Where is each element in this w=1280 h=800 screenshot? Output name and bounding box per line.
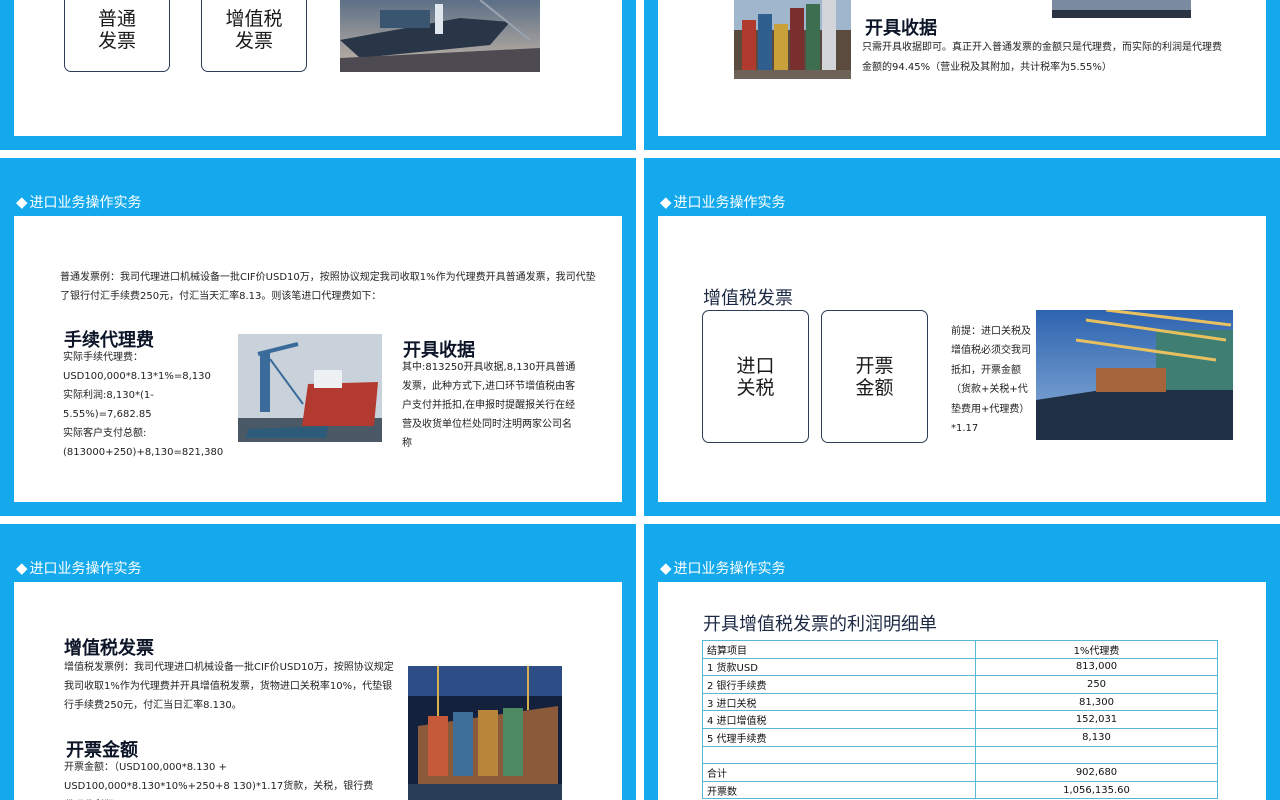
table-row: 5 代理手续费 8,130 [702, 727, 1218, 747]
slide-4: ◆ 进口业务操作实务 增值税发票 进口 关税 开票 金额 前提：进口关税及增值税必… [644, 158, 1280, 516]
fee-line: 实际手续代理费： [63, 352, 143, 363]
profit-detail-table: 结算项目 1%代理费 1 货款USD 813,000 2 银行手续费 250 3 进口关税 8… [702, 640, 1218, 800]
vat-invoice-example: 增值税发票例：我司代理进口机械设备一批CIF价USD10万，按照协议规定我司收取… [64, 662, 394, 711]
table-row: 开票数 1,056,135.60 [702, 780, 1218, 800]
slide-2: 开具收据 只需开具收据即可。真正开入普通发票的金额只是代理费，而实际的利润是代理… [644, 0, 1280, 150]
value-cell [975, 745, 1218, 765]
ship-photo-2 [1052, 0, 1191, 18]
vat-invoice-heading: 增值税发票 [64, 638, 154, 659]
box-normal-invoice: 普通 发票 [64, 0, 170, 72]
vat-invoice-title: 增值税发票 [703, 288, 793, 309]
item-cell: 1 货款USD [702, 657, 976, 677]
item-cell: 4 进口增值税 [702, 710, 976, 729]
normal-invoice-example: 普通发票例：我司代理进口机械设备一批CIF价USD10万，按照协议规定我司收取1… [60, 272, 596, 302]
item-cell: 合计 [702, 763, 976, 782]
fee-line: 实际客户支付总额: [63, 428, 147, 439]
receipt-explanation: 其中:813250开具收据,8,130开具普通发票，此种方式下,进口环节增值税由… [402, 362, 576, 449]
item-cell: 2 银行手续费 [702, 675, 976, 694]
fee-line: (813000+250)+8,130=821,380 [63, 447, 224, 458]
receipt-text: 只需开具收据即可。真正开入普通发票的金额只是代理费，而实际的利润是代理费金额的9… [862, 42, 1222, 73]
slide-5-card: 增值税发票 增值税发票例：我司代理进口机械设备一批CIF价USD10万，按照协议… [14, 582, 622, 800]
invoice-amount-formula: 开票金额：（USD100,000*8.130 + USD100,000*8.13… [64, 762, 374, 792]
value-cell: 813,000 [975, 657, 1218, 677]
cargo-ship-photo [1036, 310, 1233, 440]
value-cell: 250 [975, 675, 1218, 694]
slide-3: ◆ 进口业务操作实务 普通发票例：我司代理进口机械设备一批CIF价USD10万，按… [0, 158, 636, 516]
box-import-tariff: 进口 关税 [702, 310, 809, 443]
value-cell: 81,300 [975, 692, 1218, 712]
ship-photo [340, 0, 540, 72]
diamond-icon: ◆ [660, 193, 672, 211]
slide-2-card: 开具收据 只需开具收据即可。真正开入普通发票的金额只是代理费，而实际的利润是代理… [658, 0, 1266, 136]
fee-line: USD100,000*8.13*1%=8,130 [63, 371, 211, 382]
slide-1-card: 普通 发票 增值税 发票 [14, 0, 622, 136]
table-row: 2 银行手续费 250 [702, 675, 1218, 694]
item-cell: 开票数 [702, 780, 976, 800]
container-yard-photo [734, 0, 851, 79]
box-vat-invoice: 增值税 发票 [201, 0, 307, 72]
container-ship-night-photo [408, 666, 562, 800]
section-header: ◆ 进口业务操作实务 [16, 559, 142, 577]
fee-lines: 实际手续代理费： USD100,000*8.13*1%=8,130 实际利润:8… [63, 348, 233, 462]
profit-detail-title: 开具增值税发票的利润明细单 [703, 614, 937, 635]
diamond-icon: ◆ [16, 193, 28, 211]
receipt-title: 开具收据 [865, 18, 937, 39]
slide-6-card: 开具增值税发票的利润明细单 结算项目 1%代理费 1 货款USD 813,000 2 银… [658, 582, 1266, 800]
table-row: 合计 902,680 [702, 763, 1218, 782]
table-row: 3 进口关税 81,300 [702, 692, 1218, 712]
value-cell: 152,031 [975, 710, 1218, 729]
value-cell: 1,056,135.60 [975, 780, 1218, 800]
slide-6: ◆ 进口业务操作实务 开具增值税发票的利润明细单 结算项目 1%代理费 1 货款USD… [644, 524, 1280, 800]
section-header: ◆ 进口业务操作实务 [660, 559, 786, 577]
value-cell: 8,130 [975, 727, 1218, 747]
item-cell: 3 进口关税 [702, 692, 976, 712]
slide-1: 普通 发票 增值税 发票 [0, 0, 636, 150]
fee-line: 实际利润:8,130*(1-5.55%)=7,682.85 [63, 390, 154, 420]
slide-3-card: 普通发票例：我司代理进口机械设备一批CIF价USD10万，按照协议规定我司收取1… [14, 216, 622, 502]
table-row [702, 745, 1218, 765]
table-row: 结算项目 1%代理费 [702, 640, 1218, 659]
item-cell [702, 745, 976, 765]
item-cell: 5 代理手续费 [702, 727, 976, 747]
table-row: 4 进口增值税 152,031 [702, 710, 1218, 729]
vat-premise-note: 前提：进口关税及增值税必须交我司抵扣，开票金额（货款+关税+代垫费用+代理费）*… [951, 326, 1031, 435]
section-header: ◆ 进口业务操作实务 [660, 193, 786, 211]
slide-5: ◆ 进口业务操作实务 增值税发票 增值税发票例：我司代理进口机械设备一批CIF价U… [0, 524, 636, 800]
value-cell: 902,680 [975, 763, 1218, 782]
harbor-crane-photo [238, 334, 382, 442]
value-cell: 1%代理费 [975, 640, 1218, 659]
diamond-icon: ◆ [16, 559, 28, 577]
item-cell: 结算项目 [702, 640, 976, 659]
slide-4-card: 增值税发票 进口 关税 开票 金额 前提：进口关税及增值税必须交我司抵扣，开票金… [658, 216, 1266, 502]
table-row: 1 货款USD 813,000 [702, 657, 1218, 677]
box-invoice-amount: 开票 金额 [821, 310, 928, 443]
diamond-icon: ◆ [660, 559, 672, 577]
section-header: ◆ 进口业务操作实务 [16, 193, 142, 211]
